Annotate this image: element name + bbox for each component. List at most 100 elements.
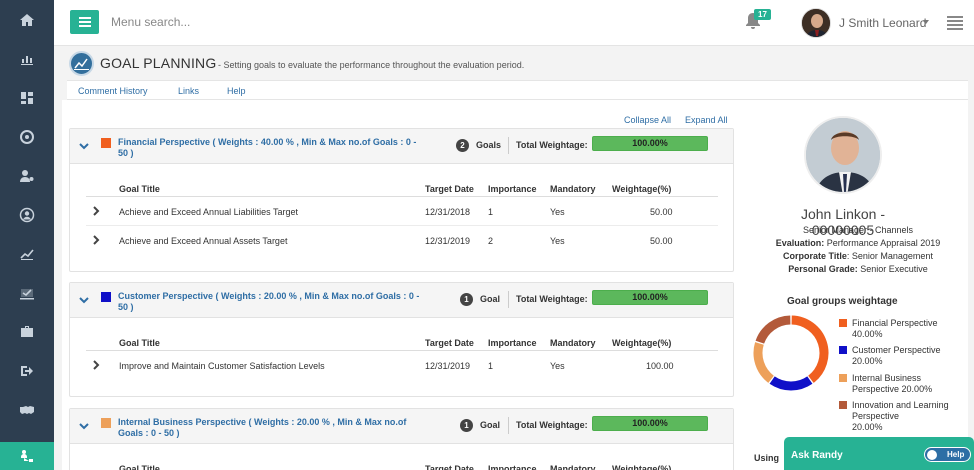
handshake-icon[interactable]	[0, 390, 54, 429]
page-subtitle: - Setting goals to evaluate the performa…	[218, 60, 525, 70]
page-header: GOAL PLANNING - Setting goals to evaluat…	[54, 46, 974, 80]
col-mandatory: Mandatory	[550, 338, 596, 348]
legend-percent: 20.00%	[852, 422, 883, 432]
corporate-title-value: : Senior Management	[846, 251, 933, 261]
corporate-title-label: Corporate Title	[783, 251, 847, 261]
donut-slice-3	[755, 315, 791, 344]
legend-swatch	[839, 319, 847, 327]
menu-search-input[interactable]	[111, 12, 331, 32]
evaluation-label: Evaluation:	[775, 238, 825, 248]
subnav: Comment History Links Help	[67, 80, 968, 100]
chevron-right-icon[interactable]	[92, 360, 100, 373]
col-importance: Importance	[488, 464, 537, 470]
goal-groups-title: Goal groups weightage	[787, 296, 898, 307]
links-link[interactable]: Links	[178, 86, 199, 96]
comment-history-link[interactable]: Comment History	[78, 86, 148, 96]
mandatory: Yes	[550, 236, 565, 246]
user-circle-icon[interactable]	[0, 195, 54, 234]
donut-slice-1	[769, 376, 813, 391]
user-settings-icon[interactable]	[0, 156, 54, 195]
goal-count-label: Goal	[480, 294, 501, 304]
legend-label: Financial Perspective	[852, 318, 938, 328]
section-color-swatch	[101, 292, 111, 302]
caret-down-icon[interactable]	[923, 20, 929, 24]
section-title[interactable]: Financial Perspective ( Weights : 40.00 …	[118, 137, 423, 159]
section-color-swatch	[101, 138, 111, 148]
section-header[interactable]: Customer Perspective ( Weights : 20.00 %…	[70, 283, 733, 318]
legend-percent: 20.00%	[852, 356, 883, 366]
target-icon[interactable]	[0, 117, 54, 156]
legend-swatch	[839, 374, 847, 382]
mandatory: Yes	[550, 207, 565, 217]
chevron-down-icon[interactable]	[79, 295, 89, 308]
col-importance: Importance	[488, 184, 537, 194]
divider	[508, 417, 509, 434]
col-mandatory: Mandatory	[550, 184, 596, 194]
ask-randy-widget[interactable]: Ask Randy Help	[784, 437, 974, 470]
collapse-all-link[interactable]: Collapse All	[624, 115, 671, 125]
divider	[508, 137, 509, 154]
expand-all-link[interactable]: Expand All	[685, 115, 728, 125]
profile-photo	[804, 116, 882, 194]
profile-full-name: John Linkon	[800, 206, 877, 222]
goal-count-badge: 1	[460, 293, 473, 306]
table-header: Goal Title Target Date Importance Mandat…	[86, 451, 718, 470]
col-mandatory: Mandatory	[550, 464, 596, 470]
home-icon[interactable]	[0, 0, 54, 39]
goal-planning-icon	[69, 51, 94, 76]
total-weightage-label: Total Weightage:	[516, 420, 588, 430]
col-target-date: Target Date	[425, 464, 474, 470]
goal-groups-donut-chart	[753, 315, 829, 391]
mandatory: Yes	[550, 361, 565, 371]
donut-slice-2	[753, 342, 774, 383]
chevron-right-icon[interactable]	[92, 206, 100, 219]
table-row[interactable]: Achieve and Exceed Annual Assets Target …	[86, 226, 718, 255]
chevron-down-icon[interactable]	[79, 141, 89, 154]
divider	[508, 291, 509, 308]
legend-swatch	[839, 346, 847, 354]
dashboard-icon[interactable]	[0, 78, 54, 117]
notification-badge[interactable]: 17	[754, 9, 771, 20]
user-name[interactable]: J Smith Leonard	[839, 16, 926, 30]
avatar[interactable]	[801, 8, 831, 38]
clipboard-check-icon[interactable]	[0, 273, 54, 312]
help-link[interactable]: Help	[227, 86, 246, 96]
hamburger-icon	[78, 17, 91, 27]
hamburger-menu-button[interactable]	[70, 10, 99, 34]
goal-title: Achieve and Exceed Annual Assets Target	[119, 236, 288, 246]
col-target-date: Target Date	[425, 184, 474, 194]
evaluation-value: Performance Appraisal 2019	[824, 238, 941, 248]
section-header[interactable]: Internal Business Perspective ( Weights …	[70, 409, 733, 444]
section-title[interactable]: Customer Perspective ( Weights : 20.00 %…	[118, 291, 423, 313]
sidebar	[0, 0, 54, 470]
chevron-right-icon[interactable]	[92, 235, 100, 248]
help-toggle-label: Help	[947, 450, 965, 459]
grade-value: Senior Executive	[857, 264, 928, 274]
importance: 2	[488, 236, 494, 246]
section-header[interactable]: Financial Perspective ( Weights : 40.00 …	[70, 129, 733, 164]
section-customer: Customer Perspective ( Weights : 20.00 %…	[69, 282, 734, 397]
profile-grade: Personal Grade: Senior Executive	[748, 264, 968, 274]
help-toggle[interactable]: Help	[924, 447, 971, 462]
chevron-down-icon[interactable]	[79, 421, 89, 434]
table-row[interactable]: Improve and Maintain Customer Satisfacti…	[86, 351, 718, 380]
grid-menu-icon[interactable]	[947, 16, 963, 33]
legend-percent: 20.00%	[901, 384, 933, 394]
goal-title: Achieve and Exceed Annual Liabilities Ta…	[119, 207, 298, 217]
briefcase-icon[interactable]	[0, 312, 54, 351]
using-label: Using	[754, 453, 780, 463]
bar-chart-icon[interactable]	[0, 39, 54, 78]
goal-count-label: Goal	[480, 420, 501, 430]
weightage: 50.00	[650, 207, 673, 217]
table-row[interactable]: Achieve and Exceed Annual Liabilities Ta…	[86, 197, 718, 226]
section-title[interactable]: Internal Business Perspective ( Weights …	[118, 417, 423, 439]
table-header: Goal Title Target Date Importance Mandat…	[86, 171, 718, 197]
org-chart-icon[interactable]	[0, 442, 54, 470]
section-color-swatch	[101, 418, 111, 428]
ask-randy-label[interactable]: Ask Randy	[791, 450, 843, 461]
sign-out-icon[interactable]	[0, 351, 54, 390]
line-chart-icon[interactable]	[0, 234, 54, 273]
goal-count-badge: 2	[456, 139, 469, 152]
legend-swatch	[839, 401, 847, 409]
profile-role: Senior Manager - Channels	[802, 225, 914, 235]
